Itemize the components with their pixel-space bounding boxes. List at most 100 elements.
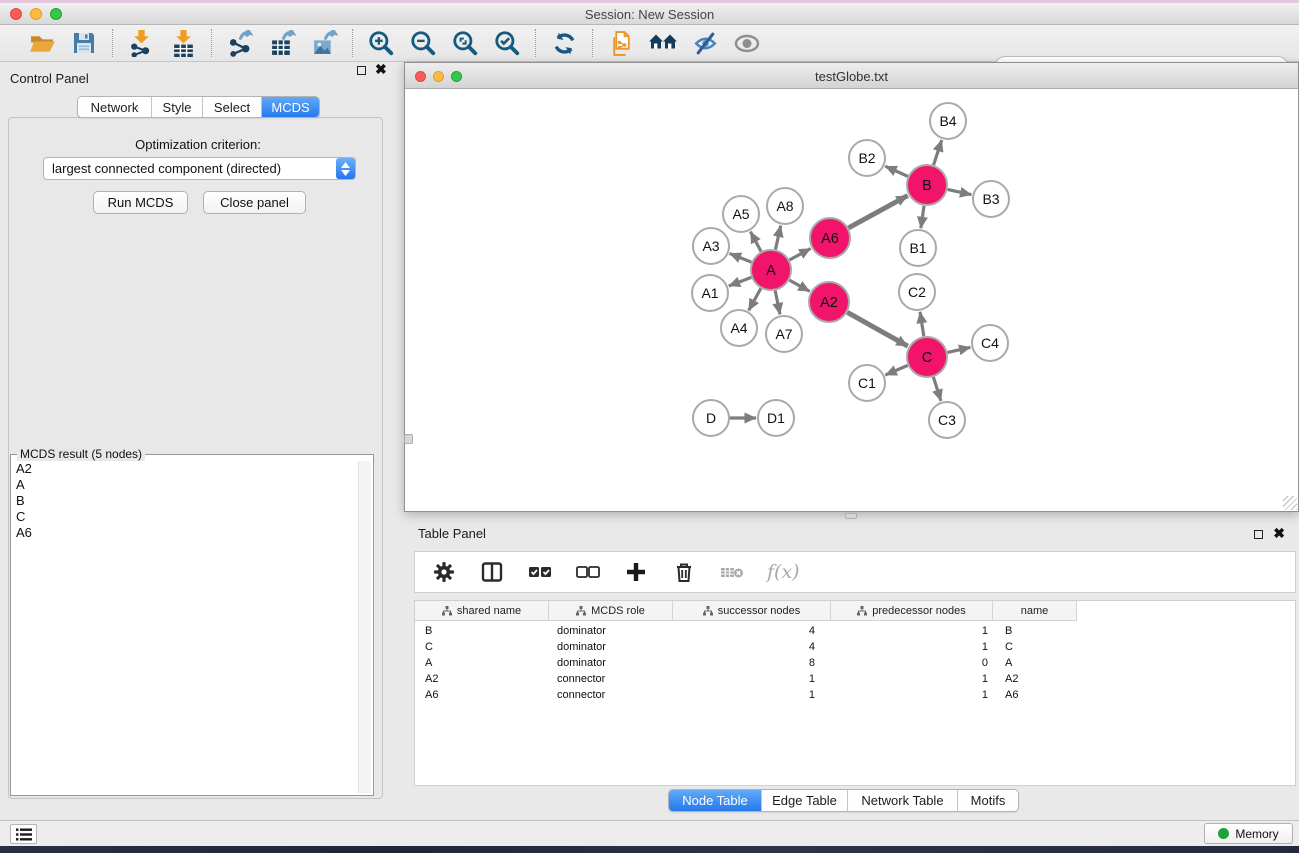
table-row[interactable]: Bdominator41B [415, 623, 1295, 639]
graph-edge[interactable] [885, 166, 908, 176]
table-cell[interactable]: 1 [831, 673, 993, 685]
graph-node-A1[interactable]: A1 [692, 275, 728, 311]
graph-node-A[interactable]: A [751, 250, 791, 290]
graph-edge[interactable] [749, 288, 761, 310]
table-cell[interactable]: A2 [993, 673, 1077, 685]
tab-mcds[interactable]: MCDS [262, 97, 319, 117]
graph-edge[interactable] [789, 280, 809, 291]
float-panel-icon[interactable] [357, 66, 366, 75]
graph-node-B[interactable]: B [907, 165, 947, 205]
tab-select[interactable]: Select [203, 97, 262, 117]
graph-node-D1[interactable]: D1 [758, 400, 794, 436]
table-cell[interactable]: connector [549, 673, 673, 685]
tab-node-table[interactable]: Node Table [669, 790, 762, 811]
zoom-selected-icon[interactable] [492, 28, 522, 58]
tab-network[interactable]: Network [78, 97, 152, 117]
table-cell[interactable]: dominator [549, 641, 673, 653]
split-divider-grip-vertical[interactable] [404, 434, 413, 444]
table-cell[interactable]: 1 [831, 689, 993, 701]
graph-edge[interactable] [847, 312, 908, 346]
graph-edge[interactable] [947, 347, 970, 352]
export-network-icon[interactable] [225, 28, 255, 58]
home-icon[interactable] [648, 28, 678, 58]
table-cell[interactable]: 4 [673, 625, 831, 637]
mcds-result-item[interactable]: A2 [13, 461, 357, 477]
column-header-mcds-role[interactable]: MCDS role [549, 601, 673, 620]
table-cell[interactable]: A [415, 657, 549, 669]
table-row[interactable]: Cdominator41C [415, 639, 1295, 655]
close-panel-icon[interactable]: ✖ [375, 61, 387, 77]
table-cell[interactable]: A [993, 657, 1077, 669]
table-cell[interactable]: 1 [673, 673, 831, 685]
table-cell[interactable]: C [415, 641, 549, 653]
graph-node-A3[interactable]: A3 [693, 228, 729, 264]
show-details-eye-icon[interactable] [732, 28, 762, 58]
delete-column-trash-icon[interactable] [671, 559, 697, 585]
graph-edge[interactable] [885, 365, 907, 375]
delete-table-icon[interactable] [719, 559, 745, 585]
graph-node-B3[interactable]: B3 [973, 181, 1009, 217]
mcds-result-item[interactable]: A6 [13, 525, 357, 541]
run-mcds-button[interactable]: Run MCDS [93, 191, 188, 214]
table-cell[interactable]: dominator [549, 657, 673, 669]
table-cell[interactable]: connector [549, 689, 673, 701]
table-cell[interactable]: 0 [831, 657, 993, 669]
table-row[interactable]: Adominator80A [415, 655, 1295, 671]
network-canvas[interactable]: AA1A2A3A4A5A6A7A8BB1B2B3B4CC1C2C3C4DD1 [405, 89, 1298, 511]
zoom-out-icon[interactable] [408, 28, 438, 58]
table-cell[interactable]: A6 [993, 689, 1077, 701]
graph-edge[interactable] [730, 253, 752, 262]
graph-edge[interactable] [729, 277, 752, 286]
column-header-predecessor-nodes[interactable]: predecessor nodes [831, 601, 993, 620]
graph-node-C4[interactable]: C4 [972, 325, 1008, 361]
gear-icon[interactable] [431, 559, 457, 585]
graph-edge[interactable] [934, 140, 942, 165]
zoom-in-icon[interactable] [366, 28, 396, 58]
graph-node-A7[interactable]: A7 [766, 316, 802, 352]
criterion-dropdown[interactable]: largest connected component (directed) [43, 157, 356, 180]
table-cell[interactable]: dominator [549, 625, 673, 637]
graph-node-A5[interactable]: A5 [723, 196, 759, 232]
graph-node-A2[interactable]: A2 [809, 282, 849, 322]
graph-edge[interactable] [789, 248, 810, 259]
split-divider-grip-horizontal[interactable] [845, 513, 857, 519]
graph-edge[interactable] [775, 226, 780, 250]
task-history-button[interactable] [10, 824, 37, 844]
hide-details-icon[interactable] [690, 28, 720, 58]
zoom-fit-icon[interactable] [450, 28, 480, 58]
graph-edge[interactable] [775, 291, 780, 315]
table-cell[interactable]: 1 [831, 625, 993, 637]
table-cell[interactable]: 1 [673, 689, 831, 701]
graph-edge[interactable] [848, 196, 907, 228]
deselect-checkboxes-icon[interactable] [575, 559, 601, 585]
select-all-checkboxes-icon[interactable] [527, 559, 553, 585]
table-row[interactable]: A2connector11A2 [415, 671, 1295, 687]
split-columns-icon[interactable] [479, 559, 505, 585]
graph-node-A4[interactable]: A4 [721, 310, 757, 346]
graph-node-C2[interactable]: C2 [899, 274, 935, 310]
table-cell[interactable]: 4 [673, 641, 831, 653]
graph-node-D[interactable]: D [693, 400, 729, 436]
graph-node-B2[interactable]: B2 [849, 140, 885, 176]
graph-node-B4[interactable]: B4 [930, 103, 966, 139]
export-image-icon[interactable] [309, 28, 339, 58]
graph-node-C1[interactable]: C1 [849, 365, 885, 401]
table-cell[interactable]: B [415, 625, 549, 637]
table-cell[interactable]: A6 [415, 689, 549, 701]
column-header-shared-name[interactable]: shared name [415, 601, 549, 620]
tab-edge-table[interactable]: Edge Table [762, 790, 848, 811]
graph-node-B1[interactable]: B1 [900, 230, 936, 266]
save-session-icon[interactable] [69, 28, 99, 58]
graph-edge[interactable] [920, 312, 924, 336]
graph-node-A8[interactable]: A8 [767, 188, 803, 224]
import-table-icon[interactable] [168, 28, 198, 58]
table-cell[interactable]: 1 [831, 641, 993, 653]
table-row[interactable]: A6connector11A6 [415, 687, 1295, 703]
graph-node-C3[interactable]: C3 [929, 402, 965, 438]
copy-network-document-icon[interactable] [606, 28, 636, 58]
mcds-result-item[interactable]: B [13, 493, 357, 509]
close-table-panel-icon[interactable]: ✖ [1273, 525, 1285, 541]
refresh-icon[interactable] [549, 28, 579, 58]
graph-edge[interactable] [933, 377, 941, 401]
table-cell[interactable]: B [993, 625, 1077, 637]
